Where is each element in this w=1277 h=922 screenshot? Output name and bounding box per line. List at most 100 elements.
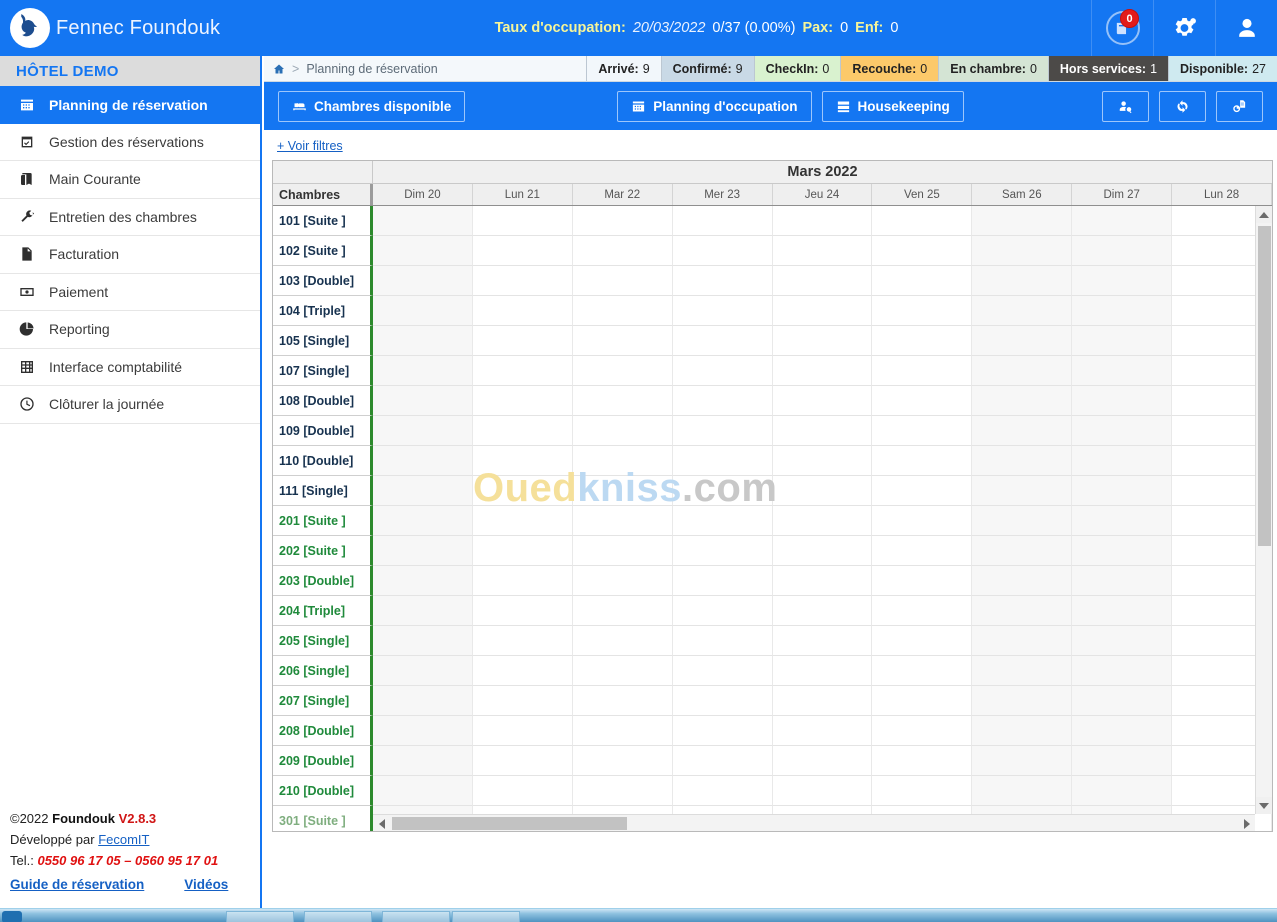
planning-cell[interactable] [672, 656, 773, 686]
status-badge-recouche[interactable]: Recouche: 0 [840, 56, 939, 81]
planning-cell[interactable] [373, 746, 473, 776]
guide-reservation-link[interactable]: Guide de réservation [10, 874, 144, 895]
status-badge-arrive[interactable]: Arrivé: 9 [586, 56, 661, 81]
planning-cell[interactable] [672, 326, 773, 356]
settings-button[interactable] [1153, 0, 1215, 56]
room-label[interactable]: 208 [Double] [273, 716, 373, 746]
planning-cell[interactable] [1072, 716, 1173, 746]
planning-cell[interactable] [872, 296, 973, 326]
day-header-cell[interactable]: Dim 20 [373, 184, 473, 205]
planning-cell[interactable] [772, 386, 873, 416]
planning-cell[interactable] [572, 536, 673, 566]
scroll-down-button[interactable] [1256, 797, 1272, 814]
planning-cell[interactable] [972, 476, 1073, 506]
horizontal-scrollbar[interactable] [373, 814, 1255, 831]
planning-cell[interactable] [472, 566, 573, 596]
planning-cell[interactable] [1072, 746, 1173, 776]
status-badge-hors-services[interactable]: Hors services: 1 [1047, 56, 1169, 81]
planning-cell[interactable] [572, 686, 673, 716]
planning-cell[interactable] [1072, 446, 1173, 476]
planning-cell[interactable] [1072, 326, 1173, 356]
planning-cell[interactable] [472, 506, 573, 536]
planning-cell[interactable] [1072, 536, 1173, 566]
planning-cell[interactable] [972, 386, 1073, 416]
planning-cell[interactable] [373, 686, 473, 716]
breadcrumb[interactable]: > Planning de réservation [264, 56, 586, 81]
notifications-button[interactable]: 0 [1091, 0, 1153, 56]
planning-cell[interactable] [1072, 476, 1173, 506]
vertical-scrollbar[interactable] [1255, 206, 1272, 814]
scroll-up-button[interactable] [1256, 206, 1272, 223]
planning-cell[interactable] [373, 776, 473, 806]
planning-cell[interactable] [572, 206, 673, 236]
room-label[interactable]: 101 [Suite ] [273, 206, 373, 236]
room-label[interactable]: 201 [Suite ] [273, 506, 373, 536]
vertical-scroll-thumb[interactable] [1258, 226, 1271, 546]
room-label[interactable]: 103 [Double] [273, 266, 373, 296]
status-badge-confirme[interactable]: Confirmé: 9 [660, 56, 754, 81]
planning-cell[interactable] [972, 716, 1073, 746]
day-header-cell[interactable]: Lun 28 [1172, 184, 1272, 205]
planning-cell[interactable] [373, 266, 473, 296]
sidebar-item-entretien-des-chambres[interactable]: Entretien des chambres [0, 199, 260, 236]
planning-cell[interactable] [572, 716, 673, 746]
day-header-cell[interactable]: Jeu 24 [773, 184, 873, 205]
sidebar-item-planning-de-reservation[interactable]: Planning de réservation [0, 86, 260, 124]
taskbar-item[interactable] [382, 911, 450, 922]
sidebar-item-interface-comptabilite[interactable]: Interface comptabilité [0, 349, 260, 386]
planning-cell[interactable] [572, 386, 673, 416]
user-search-button[interactable] [1102, 90, 1149, 122]
planning-cell[interactable] [672, 746, 773, 776]
planning-cell[interactable] [872, 386, 973, 416]
planning-cell[interactable] [572, 296, 673, 326]
planning-cell[interactable] [772, 506, 873, 536]
planning-cell[interactable] [572, 746, 673, 776]
planning-cell[interactable] [472, 386, 573, 416]
planning-cell[interactable] [772, 266, 873, 296]
planning-cell[interactable] [772, 446, 873, 476]
planning-cell[interactable] [872, 476, 973, 506]
planning-cell[interactable] [373, 356, 473, 386]
planning-cell[interactable] [1072, 386, 1173, 416]
status-badge-en-chambre[interactable]: En chambre: 0 [938, 56, 1048, 81]
planning-cell[interactable] [472, 296, 573, 326]
planning-cell[interactable] [373, 626, 473, 656]
planning-cell[interactable] [472, 266, 573, 296]
planning-cell[interactable] [1072, 656, 1173, 686]
planning-cell[interactable] [1072, 686, 1173, 716]
planning-cell[interactable] [572, 656, 673, 686]
planning-doccupation-button[interactable]: Planning d'occupation [617, 90, 812, 122]
taskbar-item[interactable] [304, 911, 372, 922]
planning-cell[interactable] [772, 326, 873, 356]
planning-cell[interactable] [872, 266, 973, 296]
planning-cell[interactable] [872, 626, 973, 656]
planning-cell[interactable] [772, 626, 873, 656]
voir-filtres-link[interactable]: + Voir filtres [277, 139, 343, 153]
planning-cell[interactable] [772, 566, 873, 596]
planning-cell[interactable] [672, 506, 773, 536]
planning-cell[interactable] [872, 566, 973, 596]
planning-cell[interactable] [672, 596, 773, 626]
planning-cell[interactable] [972, 206, 1073, 236]
sidebar-item-main-courante[interactable]: Main Courante [0, 161, 260, 199]
planning-cell[interactable] [472, 326, 573, 356]
horizontal-scroll-thumb[interactable] [392, 817, 627, 830]
videos-link[interactable]: Vidéos [184, 874, 228, 895]
scroll-left-button[interactable] [373, 815, 390, 831]
planning-cell[interactable] [1072, 776, 1173, 806]
planning-cell[interactable] [373, 596, 473, 626]
day-header-cell[interactable]: Lun 21 [473, 184, 573, 205]
room-label[interactable]: 107 [Single] [273, 356, 373, 386]
scroll-right-button[interactable] [1238, 815, 1255, 831]
planning-cell[interactable] [872, 236, 973, 266]
planning-cell[interactable] [772, 206, 873, 236]
planning-cell[interactable] [373, 476, 473, 506]
planning-cell[interactable] [672, 776, 773, 806]
room-label[interactable]: 102 [Suite ] [273, 236, 373, 266]
planning-cell[interactable] [872, 206, 973, 236]
planning-cell[interactable] [472, 746, 573, 776]
planning-cell[interactable] [472, 626, 573, 656]
planning-cell[interactable] [1072, 236, 1173, 266]
brand-area[interactable]: Fennec Foundouk [0, 0, 262, 56]
planning-cell[interactable] [373, 506, 473, 536]
